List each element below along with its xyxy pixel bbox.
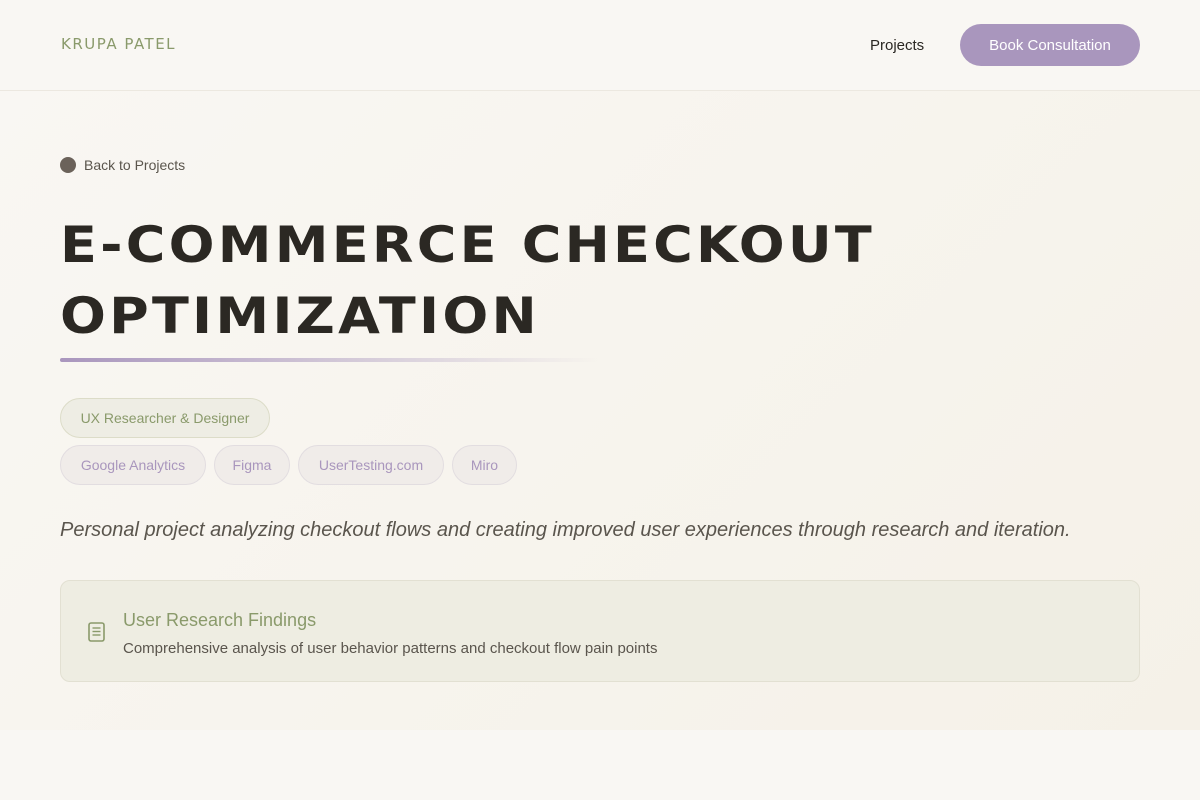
book-consultation-button[interactable]: Book Consultation [960,24,1140,66]
title-underline [60,358,600,362]
tool-chip-miro: Miro [452,445,517,485]
back-to-projects-link[interactable]: Back to Projects [60,157,185,173]
back-link-label: Back to Projects [84,157,186,173]
card-description: Comprehensive analysis of user behavior … [123,640,658,657]
project-tagline: Personal project analyzing checkout flow… [60,519,1071,541]
site-header: KRUPA PATEL Projects Book Consultation [0,0,1200,91]
back-arrow-icon [60,157,76,173]
role-chip: UX Researcher & Designer [60,398,270,438]
tool-chip-figma: Figma [214,445,290,485]
title-line-2: OPTIMIZATION [60,287,540,345]
tool-chip-usertesting: UserTesting.com [298,445,444,485]
logo[interactable]: KRUPA PATEL [61,35,176,53]
tool-chip-google-analytics: Google Analytics [60,445,206,485]
research-findings-card[interactable]: User Research Findings Comprehensive ana… [60,580,1140,682]
page-title: E-COMMERCE CHECKOUT OPTIMIZATION [60,210,1032,352]
document-icon [88,622,105,642]
title-line-1: E-COMMERCE CHECKOUT [60,216,876,274]
card-title: User Research Findings [123,610,317,630]
nav-projects-link[interactable]: Projects [870,37,924,54]
